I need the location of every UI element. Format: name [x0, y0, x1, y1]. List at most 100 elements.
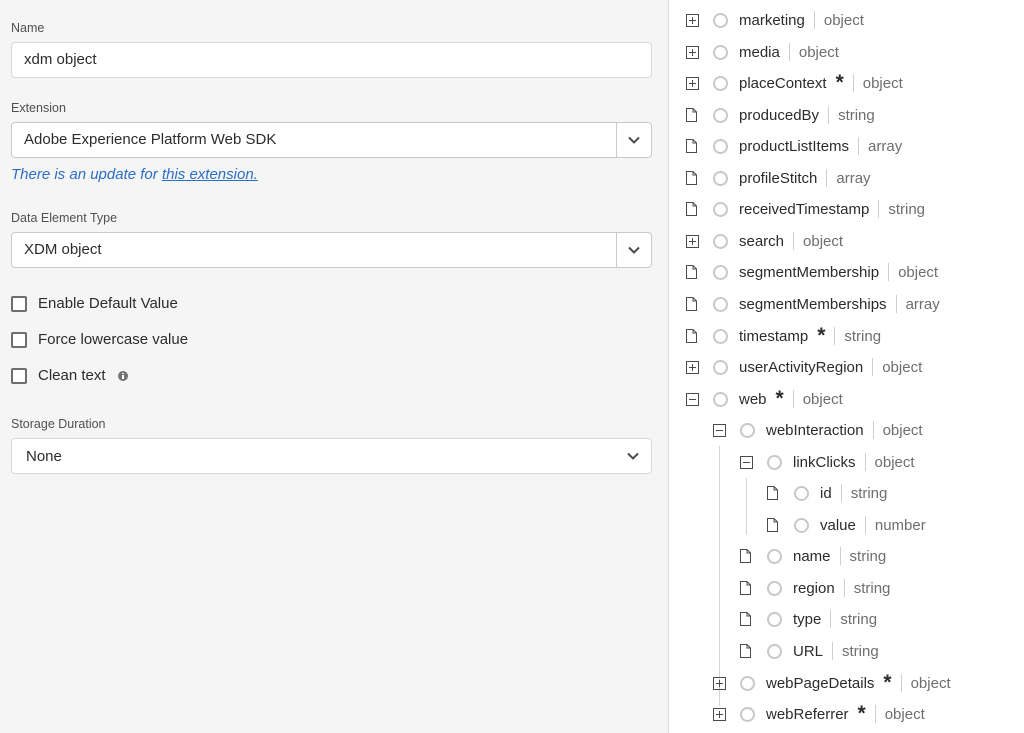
type-combobox[interactable]: XDM object: [11, 232, 652, 268]
field-name: segmentMemberships: [739, 295, 887, 313]
select-radio[interactable]: [713, 264, 728, 280]
tree-row-url[interactable]: URL string: [740, 639, 879, 663]
collapse-icon[interactable]: [686, 392, 699, 406]
tree-row-media[interactable]: media object: [686, 40, 839, 64]
divider: [839, 547, 841, 565]
form-panel: Name xdm object Extension Adobe Experien…: [0, 0, 669, 733]
tree-row-profilestitch[interactable]: profileStitch array: [686, 166, 871, 190]
select-radio[interactable]: [767, 611, 782, 627]
extension-label: Extension: [11, 101, 66, 115]
tree-row-type[interactable]: type string: [740, 607, 877, 631]
select-radio[interactable]: [794, 517, 809, 533]
type-value[interactable]: XDM object: [12, 233, 616, 267]
force-lowercase-checkbox[interactable]: [11, 331, 27, 348]
tree-row-marketing[interactable]: marketing object: [686, 8, 864, 32]
expand-icon[interactable]: [686, 13, 699, 27]
expand-icon[interactable]: [686, 45, 699, 59]
tree-row-linkclicks[interactable]: linkClicks object: [740, 450, 915, 474]
select-radio[interactable]: [794, 485, 809, 501]
select-radio[interactable]: [713, 296, 728, 312]
expand-icon[interactable]: [686, 76, 699, 90]
divider: [834, 327, 836, 345]
select-radio[interactable]: [713, 44, 728, 60]
select-radio[interactable]: [713, 201, 728, 217]
select-radio[interactable]: [713, 138, 728, 154]
type-dropdown-button[interactable]: [616, 233, 651, 267]
select-radio[interactable]: [767, 643, 782, 659]
select-radio[interactable]: [713, 12, 728, 28]
select-radio[interactable]: [740, 675, 755, 691]
select-radio[interactable]: [740, 422, 755, 438]
select-radio[interactable]: [713, 107, 728, 123]
select-radio[interactable]: [713, 75, 728, 91]
select-radio[interactable]: [713, 359, 728, 375]
name-label: Name: [11, 21, 45, 35]
chevron-down-icon: [628, 246, 640, 254]
tree-row-web[interactable]: web * object: [686, 387, 843, 411]
expand-icon[interactable]: [686, 360, 699, 374]
checkbox-label: Force lowercase value: [38, 331, 189, 348]
expand-icon[interactable]: [686, 234, 699, 248]
select-radio[interactable]: [713, 391, 728, 407]
select-radio[interactable]: [713, 328, 728, 344]
tree-row-region[interactable]: region string: [740, 576, 890, 600]
storage-duration-value: None: [26, 447, 62, 465]
extension-value[interactable]: Adobe Experience Platform Web SDK: [12, 123, 616, 157]
field-type: object: [798, 43, 839, 61]
field-name: webPageDetails: [766, 674, 875, 692]
divider: [793, 232, 795, 250]
tree-row-producedby[interactable]: producedBy string: [686, 103, 875, 127]
tree-row-webreferrer[interactable]: webReferrer * object: [713, 702, 925, 726]
divider: [832, 642, 834, 660]
field-type: string: [844, 327, 882, 345]
tree-guide-line: [719, 446, 720, 706]
enable-default-value-checkbox[interactable]: [11, 295, 27, 312]
field-type: string: [850, 484, 888, 502]
expand-icon[interactable]: [713, 707, 726, 721]
select-radio[interactable]: [740, 706, 755, 722]
field-type: string: [842, 642, 879, 660]
divider: [888, 263, 890, 281]
tree-row-webpagedetails[interactable]: webPageDetails * object: [713, 671, 951, 695]
tree-row-name[interactable]: name string: [740, 544, 886, 568]
select-radio[interactable]: [767, 548, 782, 564]
select-radio[interactable]: [767, 580, 782, 596]
tree-row-timestamp[interactable]: timestamp * string: [686, 324, 881, 348]
clean-text-option[interactable]: Clean text: [11, 367, 128, 384]
chevron-down-icon: [627, 452, 639, 460]
collapse-icon[interactable]: [713, 423, 726, 437]
info-icon[interactable]: [117, 370, 128, 381]
field-type: object: [862, 74, 903, 92]
tree-row-productlistitems[interactable]: productListItems array: [686, 134, 902, 158]
collapse-icon[interactable]: [740, 455, 753, 469]
tree-row-segmentmembership[interactable]: segmentMembership object: [686, 260, 938, 284]
extension-combobox[interactable]: Adobe Experience Platform Web SDK: [11, 122, 652, 158]
force-lowercase-option[interactable]: Force lowercase value: [11, 331, 188, 348]
update-notice: There is an update for this extension.: [11, 166, 258, 183]
storage-duration-picker[interactable]: None: [11, 438, 652, 474]
field-type: string: [853, 579, 891, 597]
expand-icon[interactable]: [713, 676, 726, 690]
tree-row-receivedtimestamp[interactable]: receivedTimestamp string: [686, 197, 925, 221]
extension-dropdown-button[interactable]: [616, 123, 651, 157]
name-field[interactable]: xdm object: [11, 42, 652, 78]
tree-row-value[interactable]: value number: [767, 513, 926, 537]
document-icon: [767, 486, 778, 500]
tree-row-search[interactable]: search object: [686, 229, 843, 253]
field-name: media: [739, 43, 780, 61]
select-radio[interactable]: [767, 454, 782, 470]
document-icon: [686, 108, 697, 122]
divider: [843, 579, 845, 597]
divider: [864, 453, 866, 471]
tree-row-webinteraction[interactable]: webInteraction object: [713, 418, 923, 442]
select-radio[interactable]: [713, 170, 728, 186]
field-type: string: [840, 610, 878, 628]
select-radio[interactable]: [713, 233, 728, 249]
clean-text-checkbox[interactable]: [11, 367, 27, 384]
enable-default-value-option[interactable]: Enable Default Value: [11, 295, 178, 312]
tree-row-placecontext[interactable]: placeContext * object: [686, 71, 903, 95]
tree-row-useractivityregion[interactable]: userActivityRegion object: [686, 355, 922, 379]
tree-row-segmentmemberships[interactable]: segmentMemberships array: [686, 292, 940, 316]
tree-row-id[interactable]: id string: [767, 481, 887, 505]
extension-update-link[interactable]: this extension.: [162, 166, 258, 183]
